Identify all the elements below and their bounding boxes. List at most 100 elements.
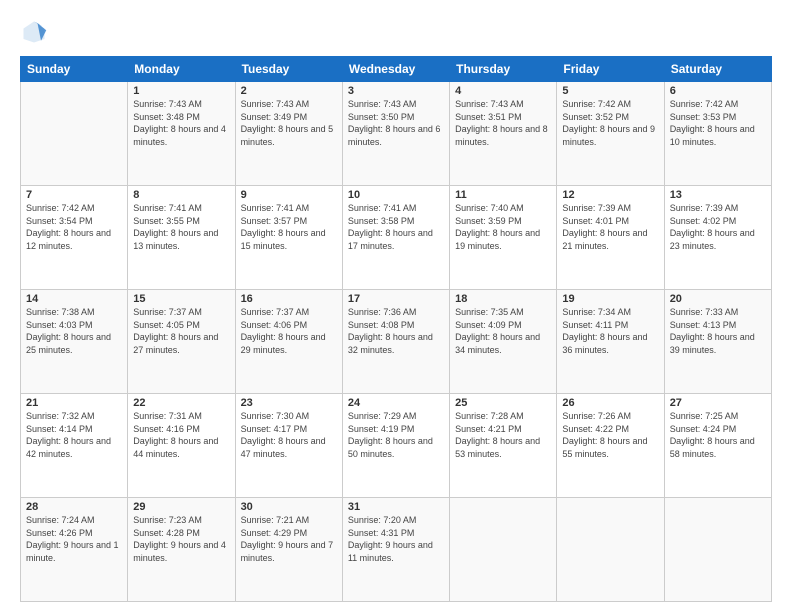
day-number: 2 (241, 85, 337, 97)
calendar-cell: 5Sunrise: 7:42 AMSunset: 3:52 PMDaylight… (557, 82, 664, 186)
weekday-header-row: SundayMondayTuesdayWednesdayThursdayFrid… (21, 57, 772, 82)
day-number: 25 (455, 397, 551, 409)
cell-details: Sunrise: 7:24 AMSunset: 4:26 PMDaylight:… (26, 514, 122, 564)
calendar-cell: 18Sunrise: 7:35 AMSunset: 4:09 PMDayligh… (450, 290, 557, 394)
calendar-cell: 23Sunrise: 7:30 AMSunset: 4:17 PMDayligh… (235, 394, 342, 498)
calendar-cell: 12Sunrise: 7:39 AMSunset: 4:01 PMDayligh… (557, 186, 664, 290)
cell-details: Sunrise: 7:34 AMSunset: 4:11 PMDaylight:… (562, 306, 658, 356)
calendar-cell: 14Sunrise: 7:38 AMSunset: 4:03 PMDayligh… (21, 290, 128, 394)
calendar-cell: 20Sunrise: 7:33 AMSunset: 4:13 PMDayligh… (664, 290, 771, 394)
weekday-friday: Friday (557, 57, 664, 82)
header (20, 18, 772, 46)
day-number: 6 (670, 85, 766, 97)
day-number: 20 (670, 293, 766, 305)
calendar-cell: 2Sunrise: 7:43 AMSunset: 3:49 PMDaylight… (235, 82, 342, 186)
calendar-cell: 15Sunrise: 7:37 AMSunset: 4:05 PMDayligh… (128, 290, 235, 394)
day-number: 23 (241, 397, 337, 409)
day-number: 24 (348, 397, 444, 409)
calendar-cell: 22Sunrise: 7:31 AMSunset: 4:16 PMDayligh… (128, 394, 235, 498)
cell-details: Sunrise: 7:25 AMSunset: 4:24 PMDaylight:… (670, 410, 766, 460)
day-number: 11 (455, 189, 551, 201)
weekday-monday: Monday (128, 57, 235, 82)
day-number: 10 (348, 189, 444, 201)
day-number: 4 (455, 85, 551, 97)
weekday-sunday: Sunday (21, 57, 128, 82)
calendar-cell: 10Sunrise: 7:41 AMSunset: 3:58 PMDayligh… (342, 186, 449, 290)
cell-details: Sunrise: 7:41 AMSunset: 3:55 PMDaylight:… (133, 202, 229, 252)
day-number: 9 (241, 189, 337, 201)
day-number: 30 (241, 501, 337, 513)
calendar-week-0: 1Sunrise: 7:43 AMSunset: 3:48 PMDaylight… (21, 82, 772, 186)
day-number: 1 (133, 85, 229, 97)
weekday-tuesday: Tuesday (235, 57, 342, 82)
cell-details: Sunrise: 7:43 AMSunset: 3:51 PMDaylight:… (455, 98, 551, 148)
calendar-cell (21, 82, 128, 186)
cell-details: Sunrise: 7:42 AMSunset: 3:54 PMDaylight:… (26, 202, 122, 252)
day-number: 19 (562, 293, 658, 305)
cell-details: Sunrise: 7:38 AMSunset: 4:03 PMDaylight:… (26, 306, 122, 356)
cell-details: Sunrise: 7:20 AMSunset: 4:31 PMDaylight:… (348, 514, 444, 564)
calendar-cell: 9Sunrise: 7:41 AMSunset: 3:57 PMDaylight… (235, 186, 342, 290)
calendar-week-3: 21Sunrise: 7:32 AMSunset: 4:14 PMDayligh… (21, 394, 772, 498)
calendar-cell: 6Sunrise: 7:42 AMSunset: 3:53 PMDaylight… (664, 82, 771, 186)
calendar-cell (664, 498, 771, 602)
day-number: 28 (26, 501, 122, 513)
calendar-cell: 31Sunrise: 7:20 AMSunset: 4:31 PMDayligh… (342, 498, 449, 602)
cell-details: Sunrise: 7:41 AMSunset: 3:58 PMDaylight:… (348, 202, 444, 252)
calendar-table: SundayMondayTuesdayWednesdayThursdayFrid… (20, 56, 772, 602)
day-number: 3 (348, 85, 444, 97)
calendar-cell: 26Sunrise: 7:26 AMSunset: 4:22 PMDayligh… (557, 394, 664, 498)
day-number: 17 (348, 293, 444, 305)
calendar-cell: 28Sunrise: 7:24 AMSunset: 4:26 PMDayligh… (21, 498, 128, 602)
cell-details: Sunrise: 7:35 AMSunset: 4:09 PMDaylight:… (455, 306, 551, 356)
page: SundayMondayTuesdayWednesdayThursdayFrid… (0, 0, 792, 612)
day-number: 29 (133, 501, 229, 513)
cell-details: Sunrise: 7:33 AMSunset: 4:13 PMDaylight:… (670, 306, 766, 356)
cell-details: Sunrise: 7:39 AMSunset: 4:02 PMDaylight:… (670, 202, 766, 252)
calendar-cell: 21Sunrise: 7:32 AMSunset: 4:14 PMDayligh… (21, 394, 128, 498)
cell-details: Sunrise: 7:43 AMSunset: 3:50 PMDaylight:… (348, 98, 444, 148)
cell-details: Sunrise: 7:31 AMSunset: 4:16 PMDaylight:… (133, 410, 229, 460)
day-number: 21 (26, 397, 122, 409)
cell-details: Sunrise: 7:42 AMSunset: 3:53 PMDaylight:… (670, 98, 766, 148)
day-number: 7 (26, 189, 122, 201)
cell-details: Sunrise: 7:43 AMSunset: 3:48 PMDaylight:… (133, 98, 229, 148)
cell-details: Sunrise: 7:40 AMSunset: 3:59 PMDaylight:… (455, 202, 551, 252)
calendar-week-4: 28Sunrise: 7:24 AMSunset: 4:26 PMDayligh… (21, 498, 772, 602)
day-number: 22 (133, 397, 229, 409)
calendar-cell: 13Sunrise: 7:39 AMSunset: 4:02 PMDayligh… (664, 186, 771, 290)
calendar-cell: 24Sunrise: 7:29 AMSunset: 4:19 PMDayligh… (342, 394, 449, 498)
calendar-cell (557, 498, 664, 602)
cell-details: Sunrise: 7:30 AMSunset: 4:17 PMDaylight:… (241, 410, 337, 460)
cell-details: Sunrise: 7:41 AMSunset: 3:57 PMDaylight:… (241, 202, 337, 252)
cell-details: Sunrise: 7:28 AMSunset: 4:21 PMDaylight:… (455, 410, 551, 460)
calendar-cell: 8Sunrise: 7:41 AMSunset: 3:55 PMDaylight… (128, 186, 235, 290)
calendar-cell: 3Sunrise: 7:43 AMSunset: 3:50 PMDaylight… (342, 82, 449, 186)
cell-details: Sunrise: 7:21 AMSunset: 4:29 PMDaylight:… (241, 514, 337, 564)
day-number: 31 (348, 501, 444, 513)
cell-details: Sunrise: 7:42 AMSunset: 3:52 PMDaylight:… (562, 98, 658, 148)
day-number: 18 (455, 293, 551, 305)
day-number: 5 (562, 85, 658, 97)
calendar-cell (450, 498, 557, 602)
logo-icon (20, 18, 48, 46)
weekday-saturday: Saturday (664, 57, 771, 82)
weekday-thursday: Thursday (450, 57, 557, 82)
cell-details: Sunrise: 7:37 AMSunset: 4:06 PMDaylight:… (241, 306, 337, 356)
calendar-cell: 7Sunrise: 7:42 AMSunset: 3:54 PMDaylight… (21, 186, 128, 290)
calendar-cell: 17Sunrise: 7:36 AMSunset: 4:08 PMDayligh… (342, 290, 449, 394)
calendar-cell: 11Sunrise: 7:40 AMSunset: 3:59 PMDayligh… (450, 186, 557, 290)
day-number: 26 (562, 397, 658, 409)
day-number: 8 (133, 189, 229, 201)
day-number: 16 (241, 293, 337, 305)
day-number: 27 (670, 397, 766, 409)
cell-details: Sunrise: 7:23 AMSunset: 4:28 PMDaylight:… (133, 514, 229, 564)
day-number: 15 (133, 293, 229, 305)
calendar-cell: 30Sunrise: 7:21 AMSunset: 4:29 PMDayligh… (235, 498, 342, 602)
day-number: 12 (562, 189, 658, 201)
cell-details: Sunrise: 7:43 AMSunset: 3:49 PMDaylight:… (241, 98, 337, 148)
calendar-cell: 25Sunrise: 7:28 AMSunset: 4:21 PMDayligh… (450, 394, 557, 498)
calendar-cell: 29Sunrise: 7:23 AMSunset: 4:28 PMDayligh… (128, 498, 235, 602)
cell-details: Sunrise: 7:26 AMSunset: 4:22 PMDaylight:… (562, 410, 658, 460)
calendar-cell: 1Sunrise: 7:43 AMSunset: 3:48 PMDaylight… (128, 82, 235, 186)
